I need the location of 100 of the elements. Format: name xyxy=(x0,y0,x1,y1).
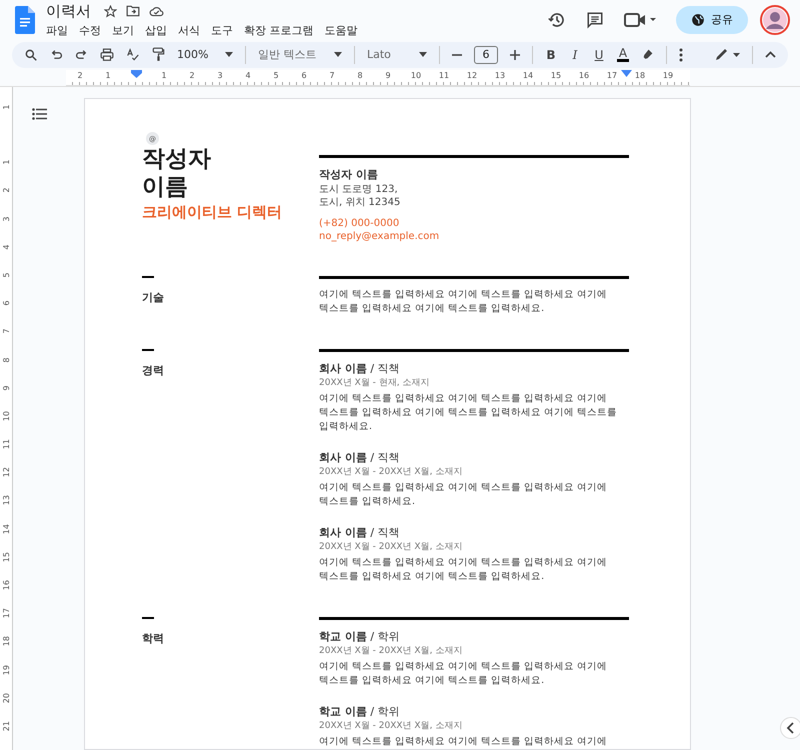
ruler-number: 17 xyxy=(0,607,12,620)
job-title: 크리에이티브 디렉터 xyxy=(142,203,282,222)
entry-title: 회사 이름 / 직책 xyxy=(319,361,401,376)
video-camera-icon[interactable] xyxy=(624,12,656,28)
ruler-number: 19 xyxy=(662,71,674,80)
menu-item[interactable]: 도구 xyxy=(211,22,233,38)
ruler-number: 8 xyxy=(357,71,363,80)
menu-item[interactable]: 수정 xyxy=(79,22,101,38)
entry-dates: 20XX년 X월 - 20XX년 X월, 소재지 xyxy=(319,720,464,733)
ruler-number: 9 xyxy=(0,384,12,392)
ruler-number: 15 xyxy=(0,550,12,563)
ruler-number: 19 xyxy=(0,664,12,676)
comment-icon[interactable] xyxy=(586,10,604,29)
entry-dates: 20XX년 X월 - 20XX년 X월, 소재지 xyxy=(319,541,464,554)
plus-icon[interactable] xyxy=(510,50,520,60)
menu-item[interactable]: 삽입 xyxy=(145,22,167,38)
folder-icon[interactable] xyxy=(126,5,140,18)
italic-button[interactable]: I xyxy=(569,48,581,62)
entry-description: 여기에 텍스트를 입력하세요 여기에 텍스트를 입력하세요 여기에 텍스트를 입력하세요 여기에 텍스트를 입력하세요 여기에 텍스트를 입력하세요. xyxy=(319,392,618,434)
bold-button[interactable]: B xyxy=(545,48,557,62)
highlighter-icon[interactable] xyxy=(641,48,654,62)
entry-description: 여기에 텍스트를 입력하세요 여기에 텍스트를 입력하세요 여기에 xyxy=(319,735,608,749)
history-icon[interactable] xyxy=(548,10,566,29)
chevron-left-icon[interactable] xyxy=(780,717,800,739)
ruler-number: 2 xyxy=(0,186,12,196)
ruler-number: 1 xyxy=(161,71,167,80)
ruler-number: 3 xyxy=(217,71,223,80)
avatar[interactable] xyxy=(760,4,790,35)
ruler-number: 18 xyxy=(0,635,12,648)
section-heading: 학력 xyxy=(142,631,165,646)
ruler-number: 1 xyxy=(0,158,12,167)
address-line: 도시 도로명 123, xyxy=(319,183,399,196)
entry-title: 회사 이름 / 직책 xyxy=(319,525,401,540)
ruler-number: 4 xyxy=(245,71,251,80)
redo-icon[interactable] xyxy=(75,48,88,61)
ruler-number: 1 xyxy=(105,71,111,80)
pencil-icon[interactable] xyxy=(714,48,740,62)
ruler-number: 12 xyxy=(0,466,12,478)
ruler-number: 11 xyxy=(438,71,450,80)
style-dropdown[interactable]: 일반 텍스트 xyxy=(258,47,342,62)
name-heading: 작성자 xyxy=(142,145,211,173)
caret-icon xyxy=(334,52,342,58)
entry-description: 여기에 텍스트를 입력하세요 여기에 텍스트를 입력하세요 여기에 텍스트를 입력하세요 여기에 텍스트를 입력하세요. xyxy=(319,660,608,688)
cloud-icon[interactable] xyxy=(149,6,164,17)
ruler-number: 10 xyxy=(410,71,422,80)
ruler-number: 9 xyxy=(385,71,391,80)
ruler-number: 13 xyxy=(494,71,506,80)
ruler-number: 17 xyxy=(606,71,618,80)
star-icon[interactable] xyxy=(104,4,117,18)
underline-button[interactable]: U xyxy=(593,48,605,62)
print-icon[interactable] xyxy=(100,48,114,62)
menu-item[interactable]: 서식 xyxy=(178,22,200,38)
color-button[interactable]: A xyxy=(617,47,629,62)
outline-icon[interactable] xyxy=(32,108,47,120)
zoom-dropdown[interactable]: 100% xyxy=(177,48,233,62)
share-button[interactable]: 공유 xyxy=(676,6,748,34)
more-icon[interactable] xyxy=(679,48,683,62)
caret-icon xyxy=(225,52,233,58)
font-dropdown[interactable]: Lato xyxy=(367,48,427,62)
entry-dates: 20XX년 X월 - 현재, 소재지 xyxy=(319,377,431,390)
ruler-number: 5 xyxy=(0,271,12,280)
indent-marker[interactable] xyxy=(621,70,632,77)
globe-icon xyxy=(691,12,705,27)
search-icon[interactable] xyxy=(24,48,38,62)
ruler-number: 14 xyxy=(0,522,12,535)
entry-dates: 20XX년 X월 - 20XX년 X월, 소재지 xyxy=(319,645,464,658)
entry-dates: 20XX년 X월 - 20XX년 X월, 소재지 xyxy=(319,466,464,479)
section-heading: 기술 xyxy=(142,290,165,305)
ruler-number: 1 xyxy=(0,104,12,112)
paint-roller-icon[interactable] xyxy=(152,47,165,62)
document-title[interactable]: 이력서 xyxy=(46,2,91,21)
ruler-number: 15 xyxy=(550,71,562,80)
ruler-number: 21 xyxy=(0,720,12,732)
address-line: 도시, 위치 12345 xyxy=(319,196,402,209)
phone-number: (+82) 000-0000 xyxy=(319,217,400,230)
menu-item[interactable]: 확장 프로그램 xyxy=(244,22,314,38)
undo-icon[interactable] xyxy=(50,48,63,61)
document-icon[interactable] xyxy=(15,6,35,34)
menu-item[interactable]: 도움말 xyxy=(324,22,358,38)
ruler-number: 20 xyxy=(0,692,12,704)
ruler-number: 2 xyxy=(77,71,83,80)
ruler-number: 5 xyxy=(273,71,279,80)
name-heading: 이름 xyxy=(142,173,188,201)
ruler-number: 16 xyxy=(0,579,12,592)
ruler-number: 7 xyxy=(329,71,335,80)
ruler-number: 18 xyxy=(634,71,646,80)
font-size-field[interactable]: 6 xyxy=(474,46,498,64)
caret-icon xyxy=(419,52,427,58)
menu-item[interactable]: 보기 xyxy=(112,22,134,38)
ruler-number: 13 xyxy=(0,494,12,507)
entry-description: 여기에 텍스트를 입력하세요 여기에 텍스트를 입력하세요 여기에 텍스트를 입력하세요 여기에 텍스트를 입력하세요. xyxy=(319,288,608,316)
email-address: no_reply@example.com xyxy=(319,230,440,243)
indent-marker[interactable] xyxy=(130,70,142,78)
ruler-number: 10 xyxy=(0,410,12,422)
chevron-up-icon[interactable] xyxy=(765,51,776,58)
spellcheck-icon[interactable] xyxy=(126,48,140,62)
ruler-number: 7 xyxy=(0,328,12,336)
menu-item[interactable]: 파일 xyxy=(46,22,68,38)
ruler-number: 2 xyxy=(189,71,195,80)
ruler-number: 14 xyxy=(522,71,534,80)
